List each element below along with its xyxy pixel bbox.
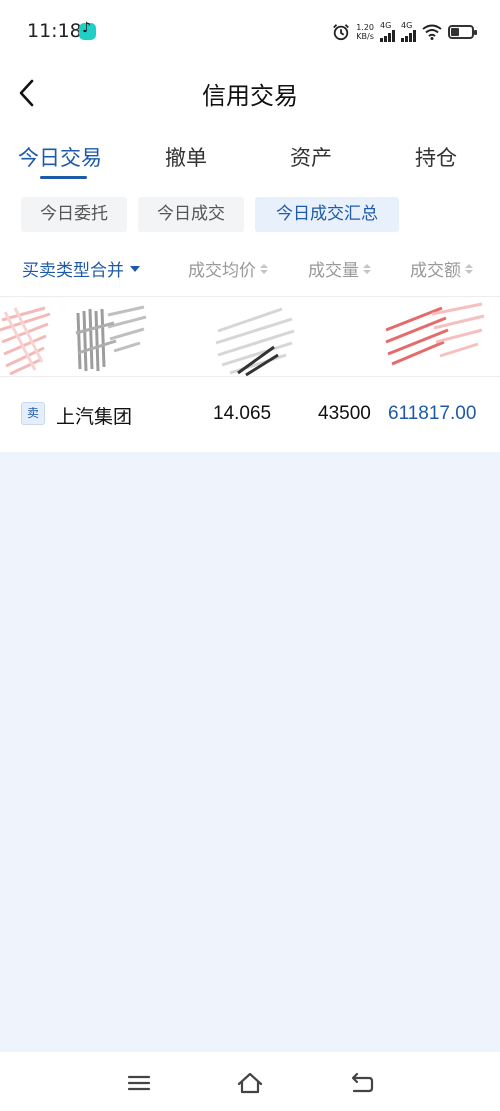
wifi-icon (422, 24, 442, 40)
status-time: 11:18 (27, 20, 82, 42)
stock-name: 上汽集团 (56, 406, 133, 428)
sort-avg-price[interactable]: 成交均价 (188, 256, 268, 281)
menu-icon[interactable] (125, 1070, 153, 1096)
divider (0, 296, 500, 297)
sort-volume[interactable]: 成交量 (308, 256, 371, 281)
tab-today-trade[interactable]: 今日交易 (18, 142, 102, 172)
type-filter-label: 买卖类型合并 (22, 261, 124, 281)
volume-value: 43500 (318, 403, 371, 424)
sort-icon (363, 263, 371, 274)
redaction-scribble (215, 307, 295, 377)
network-speed-unit: KB/s (356, 32, 374, 41)
volume-header: 成交量 (308, 261, 359, 281)
active-tab-indicator (40, 176, 87, 179)
redaction-scribble (385, 302, 485, 366)
caret-down-icon (130, 265, 140, 272)
sort-icon (260, 263, 268, 274)
subtab-today-orders[interactable]: 今日委托 (21, 197, 127, 232)
back-nav-icon[interactable] (348, 1070, 376, 1096)
trade-side-badge: 卖 (21, 402, 45, 425)
type-filter-dropdown[interactable]: 买卖类型合并 (22, 256, 140, 281)
status-bar: 11:18 1.20 KB/s 4G 4G (0, 0, 500, 64)
network-speed-value: 1.20 (356, 23, 374, 32)
subtab-today-fills[interactable]: 今日成交 (138, 197, 244, 232)
redaction-scribble (0, 306, 51, 376)
signal-sim2: 4G (401, 22, 416, 42)
tab-cancel-order[interactable]: 撤单 (165, 142, 207, 172)
system-nav-bar (0, 1052, 500, 1111)
tab-assets[interactable]: 资产 (290, 142, 332, 172)
signal-icon (380, 30, 395, 42)
tab-positions[interactable]: 持仓 (415, 142, 457, 172)
amount-header: 成交额 (410, 261, 461, 281)
sort-icon (465, 263, 473, 274)
redaction-scribble (75, 305, 147, 372)
home-icon[interactable] (236, 1070, 264, 1096)
avg-price-value: 14.065 (213, 403, 272, 424)
divider (0, 376, 500, 377)
amount-value: 611817.00 (388, 403, 477, 424)
avg-price-header: 成交均价 (188, 261, 256, 281)
subtab-today-fills-summary[interactable]: 今日成交汇总 (255, 197, 399, 232)
alarm-icon (333, 24, 350, 41)
page-title: 信用交易 (202, 82, 298, 110)
tiktok-app-icon (79, 20, 96, 40)
sim1-label: 4G (380, 21, 392, 30)
signal-icon (401, 30, 416, 42)
battery-icon (448, 25, 477, 39)
signal-sim1: 4G (380, 22, 395, 42)
sort-amount[interactable]: 成交额 (410, 256, 473, 281)
sim2-label: 4G (401, 21, 413, 30)
status-icons: 1.20 KB/s 4G 4G (332, 21, 477, 43)
network-speed: 1.20 KB/s (356, 23, 374, 41)
